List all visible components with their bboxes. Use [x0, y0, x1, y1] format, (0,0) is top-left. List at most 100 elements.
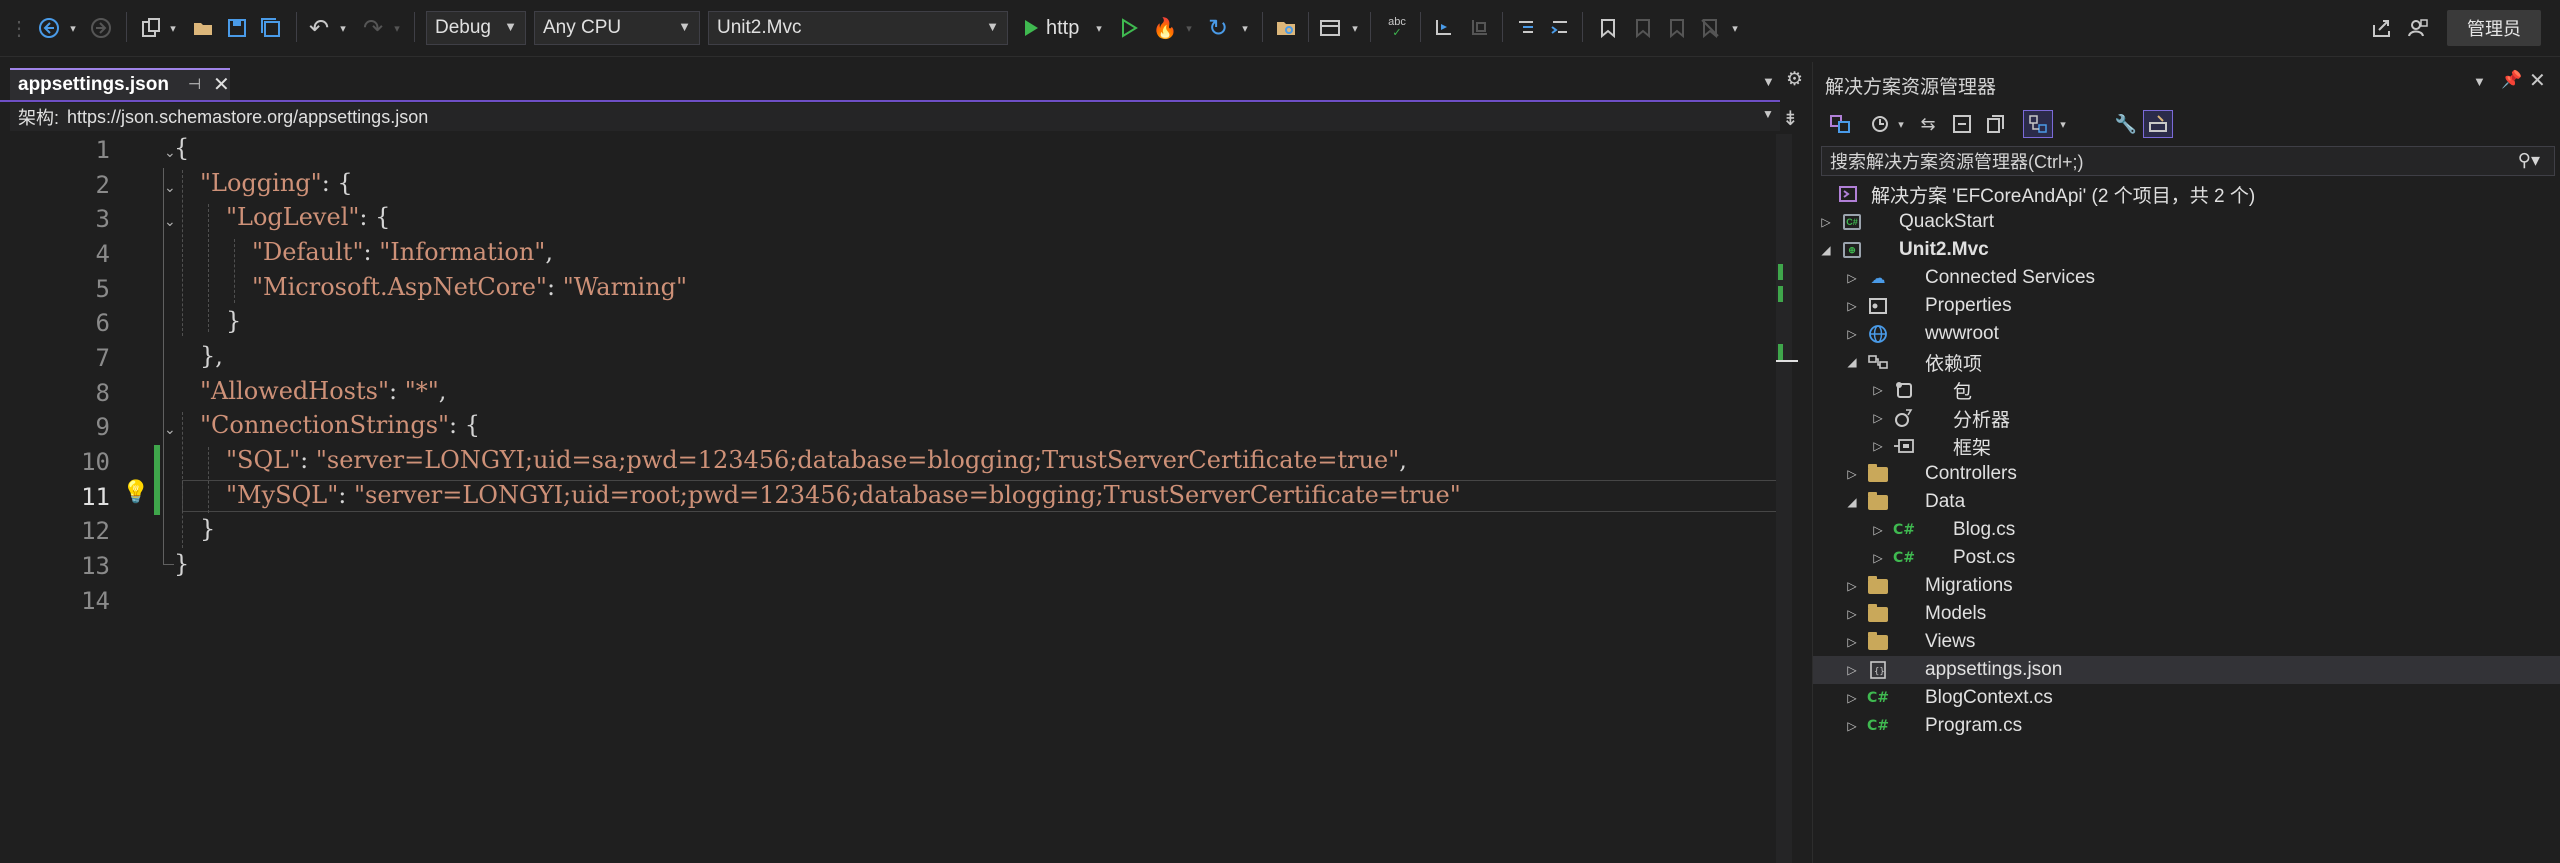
pin-icon[interactable]: ⊣ [188, 75, 201, 93]
expand-chevron-icon[interactable]: ▷ [1871, 439, 1885, 453]
tree-item-unit2-mvc[interactable]: ◢ ⊕ Unit2.Mvc [1813, 236, 2560, 264]
expand-chevron-icon[interactable]: ▷ [1845, 663, 1859, 677]
expand-chevron-icon[interactable]: ▷ [1845, 691, 1859, 705]
tree-item-blog-cs[interactable]: ▷ C# Blog.cs [1813, 516, 2560, 544]
collapse-all-icon[interactable] [1947, 110, 1977, 138]
run-profile-dropdown-icon[interactable]: ▾ [1092, 12, 1106, 44]
tree-item-migrations[interactable]: ▷ Migrations [1813, 572, 2560, 600]
comment-lines-icon[interactable] [1512, 12, 1540, 44]
expand-chevron-icon[interactable]: ▷ [1845, 719, 1859, 733]
account-icon[interactable] [2404, 12, 2432, 44]
forward-icon[interactable] [86, 12, 116, 44]
configuration-select[interactable]: Debug ▼ [426, 11, 526, 45]
redo-icon[interactable]: ↷ [358, 12, 388, 44]
new-item-dropdown-icon[interactable]: ▾ [166, 12, 180, 44]
expand-chevron-icon[interactable]: ▷ [1871, 411, 1885, 425]
close-icon[interactable]: ✕ [2529, 68, 2546, 93]
tree-item-frameworks[interactable]: ▷ 框架 [1813, 432, 2560, 460]
expand-chevron-icon[interactable]: ▷ [1845, 327, 1859, 341]
tree-item-properties[interactable]: ▷ Properties [1813, 292, 2560, 320]
bookmark-icon[interactable] [1594, 12, 1622, 44]
lightbulb-icon[interactable]: 💡 [122, 479, 149, 505]
new-item-icon[interactable] [136, 12, 166, 44]
expand-chevron-icon[interactable]: ▷ [1871, 383, 1885, 397]
tree-item-connected-services[interactable]: ▷ ☁ Connected Services [1813, 264, 2560, 292]
platform-select[interactable]: Any CPU ▼ [534, 11, 700, 45]
next-bookmark-icon[interactable] [1662, 12, 1690, 44]
split-editor-icon[interactable]: ⇟ [1782, 106, 1799, 131]
tree-item-appsettings-json[interactable]: ▷ {} appsettings.json [1813, 656, 2560, 684]
tree-item-dependencies[interactable]: ◢ 依赖项 [1813, 348, 2560, 376]
panel-options-dropdown-icon[interactable]: ▼ [2473, 74, 2486, 89]
window-layout-icon[interactable] [1316, 12, 1344, 44]
tree-item-packages[interactable]: ▷ 包 [1813, 376, 2560, 404]
expand-chevron-icon[interactable]: ▷ [1845, 579, 1859, 593]
pending-changes-filter-icon[interactable] [1865, 110, 1895, 138]
clear-bookmarks-icon[interactable] [1696, 12, 1724, 44]
search-icon[interactable]: ⚲▾ [2518, 150, 2540, 171]
expand-chevron-icon[interactable]: ▷ [1845, 299, 1859, 313]
tree-item-views[interactable]: ▷ Views [1813, 628, 2560, 656]
tree-item-blogcontext-cs[interactable]: ▷ C# BlogContext.cs [1813, 684, 2560, 712]
properties-filter-icon[interactable] [2023, 110, 2053, 138]
undo-dropdown-icon[interactable]: ▾ [336, 12, 350, 44]
expand-chevron-icon[interactable]: ▷ [1845, 635, 1859, 649]
toggle-breakpoint-icon[interactable] [1430, 12, 1458, 44]
browse-folder-icon[interactable] [1272, 12, 1300, 44]
back-icon[interactable] [34, 12, 64, 44]
expand-chevron-icon[interactable]: ▷ [1871, 551, 1885, 565]
undo-icon[interactable]: ↶ [304, 12, 334, 44]
spell-check-icon[interactable]: abc ✓ [1382, 12, 1412, 44]
uncomment-lines-icon[interactable] [1546, 12, 1574, 44]
disable-breakpoints-icon[interactable] [1466, 12, 1494, 44]
expand-chevron-icon[interactable]: ▷ [1845, 271, 1859, 285]
hot-reload-icon[interactable]: 🔥 [1152, 12, 1178, 44]
expand-chevron-icon[interactable]: ▷ [1845, 607, 1859, 621]
editor-vertical-scrollbar[interactable] [1776, 134, 1798, 863]
redo-dropdown-icon[interactable]: ▾ [390, 12, 404, 44]
tree-item-solution[interactable]: 解决方案 'EFCoreAndApi' (2 个项目，共 2 个) [1813, 180, 2560, 208]
expand-chevron-icon[interactable]: ▷ [1871, 523, 1885, 537]
solution-search-input[interactable]: 搜索解决方案资源管理器(Ctrl+;) ⚲▾ [1821, 146, 2555, 176]
expand-chevron-icon[interactable]: ▷ [1845, 467, 1859, 481]
startup-project-select[interactable]: Unit2.Mvc ▼ [708, 11, 1008, 45]
previous-bookmark-icon[interactable] [1628, 12, 1656, 44]
settings-gear-icon[interactable]: ⚙ [1786, 68, 1803, 91]
properties-filter-dropdown-icon[interactable]: ▾ [2055, 110, 2071, 138]
toolbar-overflow-icon[interactable]: ▾ [1728, 12, 1742, 44]
preview-selected-items-icon[interactable] [2143, 110, 2173, 138]
save-icon[interactable] [222, 12, 252, 44]
start-debugging-icon[interactable] [1018, 12, 1044, 44]
refresh-dropdown-icon[interactable]: ▾ [1238, 12, 1252, 44]
pin-icon[interactable]: 📌 [2501, 70, 2522, 90]
window-layout-dropdown-icon[interactable]: ▾ [1348, 12, 1362, 44]
collapse-chevron-icon[interactable]: ◢ [1845, 355, 1859, 369]
tree-item-quackstart[interactable]: ▷ C# QuackStart [1813, 208, 2560, 236]
live-share-icon[interactable] [2368, 12, 2396, 44]
run-profile-label[interactable]: http [1046, 12, 1096, 44]
hot-reload-dropdown-icon[interactable]: ▾ [1182, 12, 1196, 44]
filter-dropdown-icon[interactable]: ▾ [1893, 110, 1909, 138]
schema-url[interactable]: https://json.schemastore.org/appsettings… [67, 107, 428, 128]
expand-chevron-icon[interactable]: ▷ [1819, 215, 1833, 229]
tree-item-program-cs[interactable]: ▷ C# Program.cs [1813, 712, 2560, 740]
code-editor[interactable]: 1 2 3 4 5 6 7 8 9 10 11 12 13 14 💡 ⌄ ⌄ ⌄… [10, 134, 1786, 863]
tree-item-wwwroot[interactable]: ▷ wwwroot [1813, 320, 2560, 348]
close-icon[interactable]: ✕ [213, 72, 230, 97]
refresh-icon[interactable]: ↻ [1204, 12, 1232, 44]
wrench-icon[interactable]: 🔧 [2111, 110, 2141, 138]
tree-item-controllers[interactable]: ▷ Controllers [1813, 460, 2560, 488]
start-without-debugging-icon[interactable] [1116, 12, 1142, 44]
schema-dropdown-icon[interactable]: ▼ [1762, 107, 1774, 121]
collapse-chevron-icon[interactable]: ◢ [1819, 243, 1833, 257]
tab-appsettings-json[interactable]: appsettings.json ⊣ ✕ [10, 68, 230, 100]
tree-item-data[interactable]: ◢ Data [1813, 488, 2560, 516]
tree-item-models[interactable]: ▷ Models [1813, 600, 2560, 628]
show-all-files-icon[interactable] [1981, 110, 2011, 138]
sync-with-active-document-icon[interactable]: ⇆ [1913, 110, 1943, 138]
back-dropdown-icon[interactable]: ▾ [66, 12, 80, 44]
open-folder-icon[interactable] [188, 12, 218, 44]
tree-item-analyzers[interactable]: ▷ 分析器 [1813, 404, 2560, 432]
collapse-chevron-icon[interactable]: ◢ [1845, 495, 1859, 509]
tree-item-post-cs[interactable]: ▷ C# Post.cs [1813, 544, 2560, 572]
